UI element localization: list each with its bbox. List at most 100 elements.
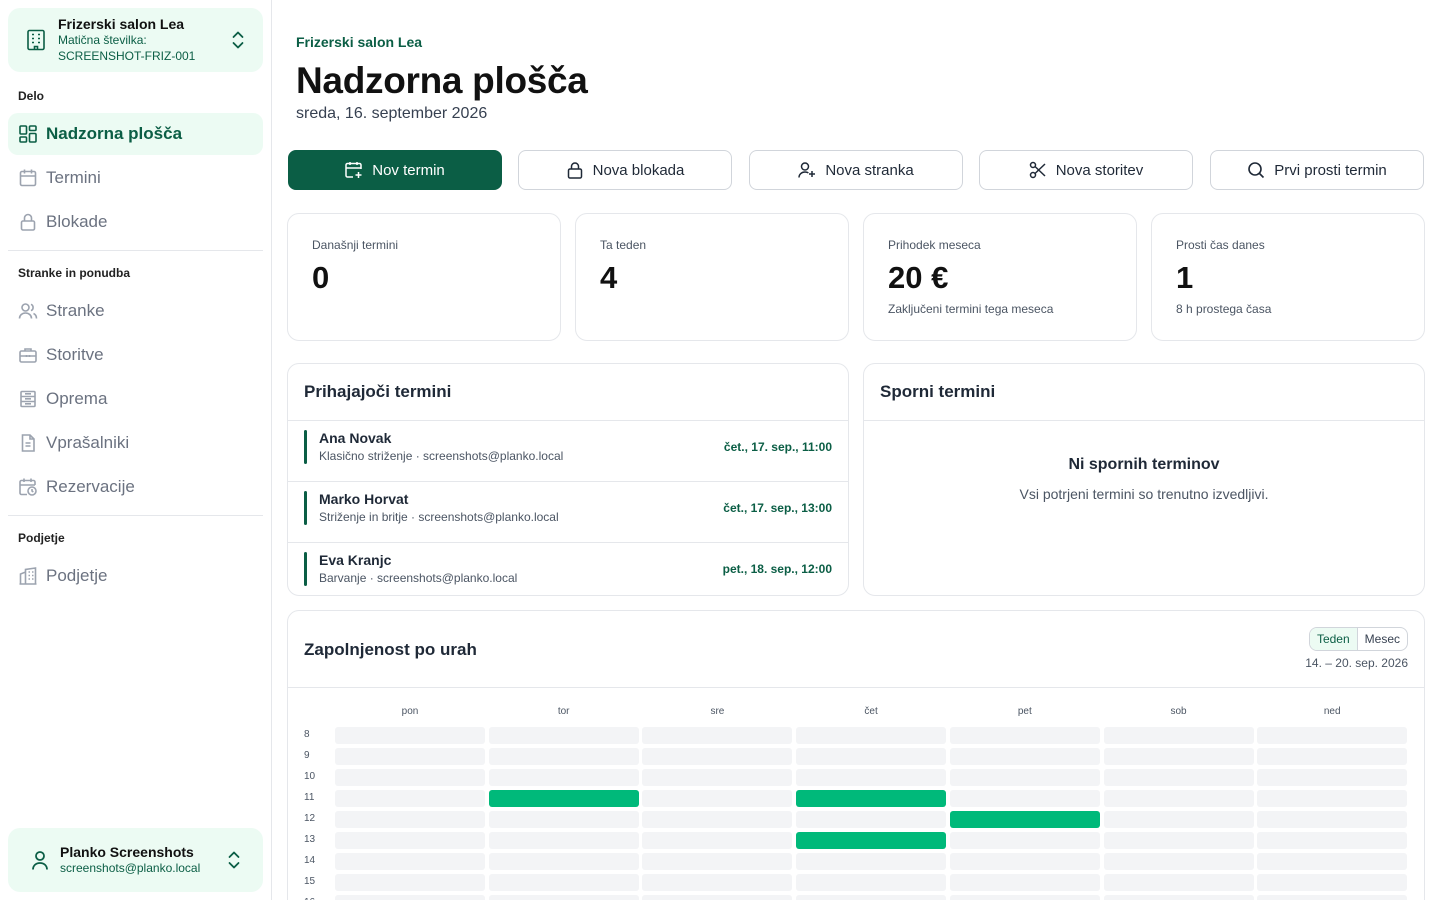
button-label: Prvi prosti termin: [1274, 161, 1387, 179]
page-title: Nadzorna plošča: [296, 60, 588, 101]
stat-value: 0: [312, 260, 330, 295]
heatmap-cell: [335, 748, 485, 765]
heatmap-cell: [335, 790, 485, 807]
heatmap-cell: [949, 748, 1100, 765]
sidebar: Frizerski salon Lea Matična številka: SC…: [0, 0, 272, 900]
user-email: screenshots@planko.local: [60, 861, 201, 875]
stat-sub: Zaključeni termini tega meseca: [888, 302, 1054, 316]
heatmap-cell: [488, 874, 639, 891]
sidebar-item-rezervacije[interactable]: Rezervacije: [8, 466, 263, 508]
button-label: Nova blokada: [592, 161, 685, 179]
heatmap-cell-busy: [949, 811, 1100, 828]
heatmap-cell: [335, 874, 485, 891]
sidebar-item-label: Podjetje: [46, 566, 108, 585]
organization-id-label: Matična številka:: [58, 33, 147, 47]
heatmap-cell: [1103, 895, 1254, 900]
sidebar-item-podjetje[interactable]: Podjetje: [8, 555, 263, 597]
heatmap-cell: [335, 727, 485, 744]
heatmap-cell: [642, 895, 793, 900]
heatmap-cell: [949, 790, 1100, 807]
lock-icon: [566, 161, 584, 179]
sidebar-divider: [8, 250, 263, 251]
appointment-detail: Barvanje · screenshots@planko.local: [319, 571, 518, 585]
calendar-plus-icon: [345, 161, 363, 179]
heatmap-cell: [488, 748, 639, 765]
heatmap-cell: [1257, 874, 1408, 891]
hour-label: 10: [304, 771, 316, 782]
sidebar-item-oprema[interactable]: Oprema: [8, 378, 263, 420]
search-icon: [1247, 161, 1265, 179]
toggle-week[interactable]: Teden: [1309, 628, 1358, 650]
new-service-button[interactable]: Nova storitev: [979, 150, 1193, 190]
button-label: Nova storitev: [1055, 161, 1144, 179]
hour-label: 11: [304, 792, 315, 803]
sidebar-item-blokade[interactable]: Blokade: [8, 201, 263, 243]
sidebar-item-vprasalniki[interactable]: Vprašalniki: [8, 422, 263, 464]
heatmap-cell: [796, 853, 947, 870]
appointment-row[interactable]: Ana Novak Klasično striženje · screensho…: [288, 421, 848, 482]
toggle-month[interactable]: Mesec: [1358, 628, 1407, 650]
sidebar-item-stranke[interactable]: Stranke: [8, 290, 263, 332]
breadcrumb[interactable]: Frizerski salon Lea: [296, 34, 422, 50]
lock-icon: [18, 212, 38, 232]
sidebar-divider: [8, 515, 263, 516]
heatmap-cell: [488, 895, 639, 900]
appointment-client: Ana Novak: [319, 430, 392, 446]
user-name: Planko Screenshots: [60, 844, 194, 860]
heatmap-cell: [642, 748, 793, 765]
heatmap-cell: [488, 832, 639, 849]
new-appointment-button[interactable]: Nov termin: [288, 150, 502, 190]
heatmap-cell: [1257, 790, 1408, 807]
heatmap-cell-busy: [488, 790, 639, 807]
appointment-row[interactable]: Marko Horvat Striženje in britje · scree…: [288, 482, 848, 543]
sidebar-item-nadzorna-plosca[interactable]: Nadzorna plošča: [8, 113, 263, 155]
heatmap-cell: [642, 811, 793, 828]
button-label: Nov termin: [372, 161, 445, 179]
heatmap-cell: [1103, 832, 1254, 849]
calendar-clock-icon: [18, 477, 38, 497]
heatmap-cell: [335, 811, 485, 828]
sidebar-item-label: Storitve: [46, 345, 104, 364]
hour-label: 15: [304, 876, 316, 887]
sidebar-item-termini[interactable]: Termini: [8, 157, 263, 199]
sidebar-item-label: Vprašalniki: [46, 433, 130, 452]
sidebar-item-storitve[interactable]: Storitve: [8, 334, 263, 376]
nav-section-podjetje: Podjetje: [18, 531, 65, 545]
calendar-icon: [18, 168, 38, 188]
organization-id-value: SCREENSHOT-FRIZ-001: [58, 49, 196, 63]
new-block-button[interactable]: Nova blokada: [518, 150, 732, 190]
heatmap-cell: [949, 727, 1100, 744]
appointment-marker: [304, 430, 307, 464]
hour-label: 8: [304, 729, 310, 740]
briefcase-icon: [18, 345, 38, 365]
heatmap-cell: [642, 853, 793, 870]
heatmap-cell: [796, 748, 947, 765]
stat-label: Današnji termini: [312, 238, 399, 252]
hour-label: 9: [304, 750, 310, 761]
building-icon: [26, 29, 46, 51]
scissors-icon: [1029, 161, 1047, 179]
heatmap-cell: [1257, 769, 1408, 786]
appointment-row[interactable]: Eva Kranjc Barvanje · screenshots@planko…: [288, 543, 848, 595]
heatmap-cell: [335, 853, 485, 870]
organization-switcher[interactable]: Frizerski salon Lea Matična številka: SC…: [8, 8, 263, 72]
new-client-button[interactable]: Nova stranka: [749, 150, 963, 190]
heatmap-cell: [1103, 790, 1254, 807]
heatmap-cell: [642, 790, 793, 807]
heatmap-cell: [1103, 811, 1254, 828]
heatmap-cell: [642, 727, 793, 744]
heatmap-cell: [488, 853, 639, 870]
appointment-marker: [304, 552, 307, 586]
heatmap-cell: [642, 832, 793, 849]
heatmap-cell: [642, 874, 793, 891]
document-icon: [18, 433, 38, 453]
sidebar-item-label: Termini: [46, 168, 101, 187]
user-plus-icon: [798, 161, 816, 179]
first-free-slot-button[interactable]: Prvi prosti termin: [1210, 150, 1424, 190]
day-label: pon: [401, 706, 419, 717]
user-menu[interactable]: Planko Screenshots screenshots@planko.lo…: [8, 828, 263, 892]
hour-label: 13: [304, 834, 316, 845]
user-icon: [30, 849, 50, 871]
stat-value: 20 €: [888, 260, 949, 295]
sidebar-item-label: Oprema: [46, 389, 108, 408]
